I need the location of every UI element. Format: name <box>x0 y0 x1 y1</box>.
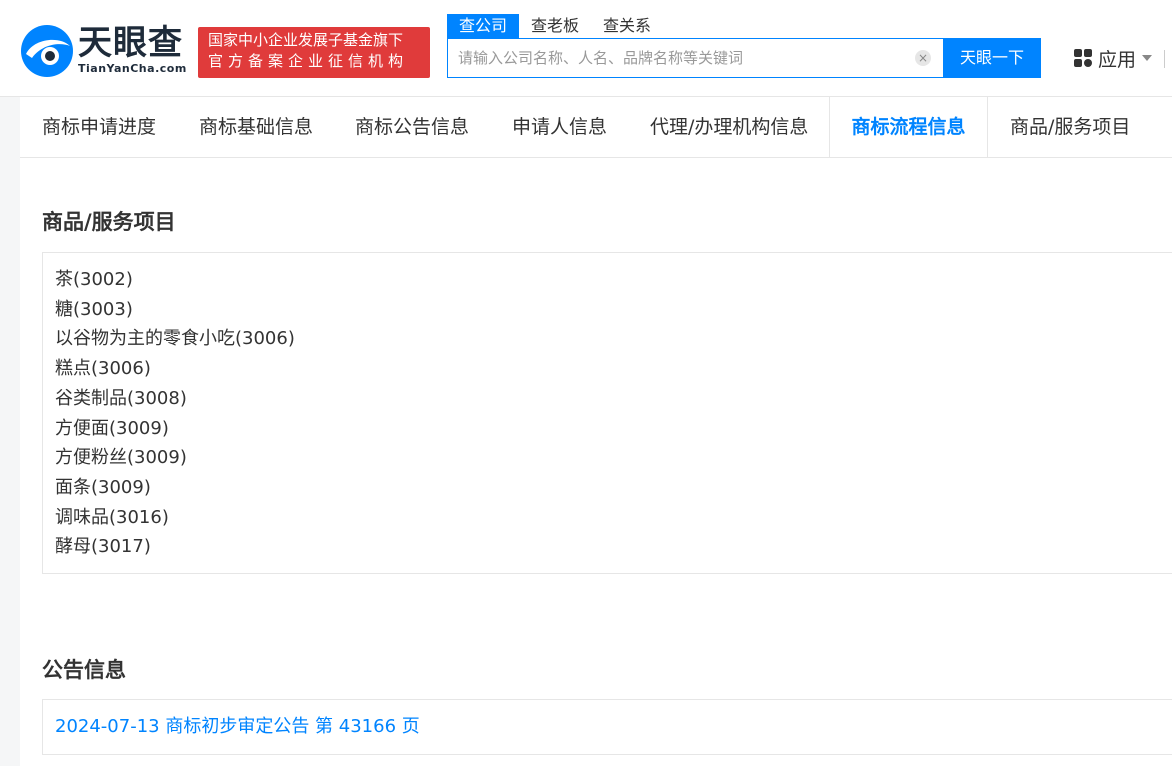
eye-logo-icon <box>20 24 74 78</box>
notice-section-title: 公告信息 <box>42 654 126 684</box>
badge-line-1: 国家中小企业发展子基金旗下 <box>208 30 422 51</box>
list-item: 方便粉丝(3009) <box>55 443 1172 473</box>
tab-basic-info[interactable]: 商标基础信息 <box>199 97 313 157</box>
tab-application-progress[interactable]: 商标申请进度 <box>42 97 156 157</box>
list-item: 茶(3002) <box>55 265 1172 295</box>
goods-section-title: 商品/服务项目 <box>42 206 176 236</box>
site-logo[interactable]: 天眼查 TianYanCha.com <box>20 24 188 80</box>
tab-agency-info[interactable]: 代理/办理机构信息 <box>650 97 808 157</box>
list-item: 调味品(3016) <box>55 503 1172 533</box>
logo-domain: TianYanCha.com <box>78 62 187 75</box>
credential-badge: 国家中小企业发展子基金旗下 官方备案企业征信机构 <box>198 27 430 78</box>
trademark-nav: 商标申请进度 商标基础信息 商标公告信息 申请人信息 代理/办理机构信息 商标流… <box>20 97 1172 158</box>
chevron-down-icon <box>1142 55 1152 61</box>
list-item: 方便面(3009) <box>55 414 1172 444</box>
tab-announcement-info[interactable]: 商标公告信息 <box>355 97 469 157</box>
notice-link[interactable]: 2024-07-13 商标初步审定公告 第 43166 页 <box>55 716 420 737</box>
apps-menu[interactable]: 应用 <box>1074 46 1152 70</box>
clear-icon[interactable]: × <box>915 50 931 66</box>
search-tab-relation[interactable]: 查关系 <box>591 14 663 38</box>
search-input[interactable] <box>458 39 908 77</box>
list-item: 糖(3003) <box>55 295 1172 325</box>
main-content: 商品/服务项目 茶(3002) 糖(3003) 以谷物为主的零食小吃(3006)… <box>20 158 1172 766</box>
tab-process-info[interactable]: 商标流程信息 <box>829 97 988 157</box>
search-type-tabs: 查公司 查老板 查关系 <box>447 14 663 38</box>
search-button[interactable]: 天眼一下 <box>943 38 1041 78</box>
list-item: 糕点(3006) <box>55 354 1172 384</box>
search-box: × <box>447 38 944 78</box>
goods-list: 茶(3002) 糖(3003) 以谷物为主的零食小吃(3006) 糕点(3006… <box>42 252 1172 574</box>
apps-label: 应用 <box>1098 45 1136 72</box>
logo-text: 天眼查 <box>78 24 183 62</box>
left-gutter <box>0 97 20 766</box>
tab-applicant-info[interactable]: 申请人信息 <box>512 97 607 157</box>
list-item: 以谷物为主的零食小吃(3006) <box>55 324 1172 354</box>
site-header: 天眼查 TianYanCha.com 国家中小企业发展子基金旗下 官方备案企业征… <box>0 0 1172 97</box>
list-item: 谷类制品(3008) <box>55 384 1172 414</box>
search-tab-company[interactable]: 查公司 <box>447 14 519 38</box>
list-item: 面条(3009) <box>55 473 1172 503</box>
apps-grid-icon <box>1074 49 1092 67</box>
notice-list: 2024-07-13 商标初步审定公告 第 43166 页 <box>42 699 1172 755</box>
header-divider <box>1164 50 1165 68</box>
search-tab-boss[interactable]: 查老板 <box>519 14 591 38</box>
badge-line-2: 官方备案企业征信机构 <box>208 51 422 72</box>
tab-goods-services[interactable]: 商品/服务项目 <box>1010 97 1130 157</box>
list-item: 酵母(3017) <box>55 532 1172 562</box>
